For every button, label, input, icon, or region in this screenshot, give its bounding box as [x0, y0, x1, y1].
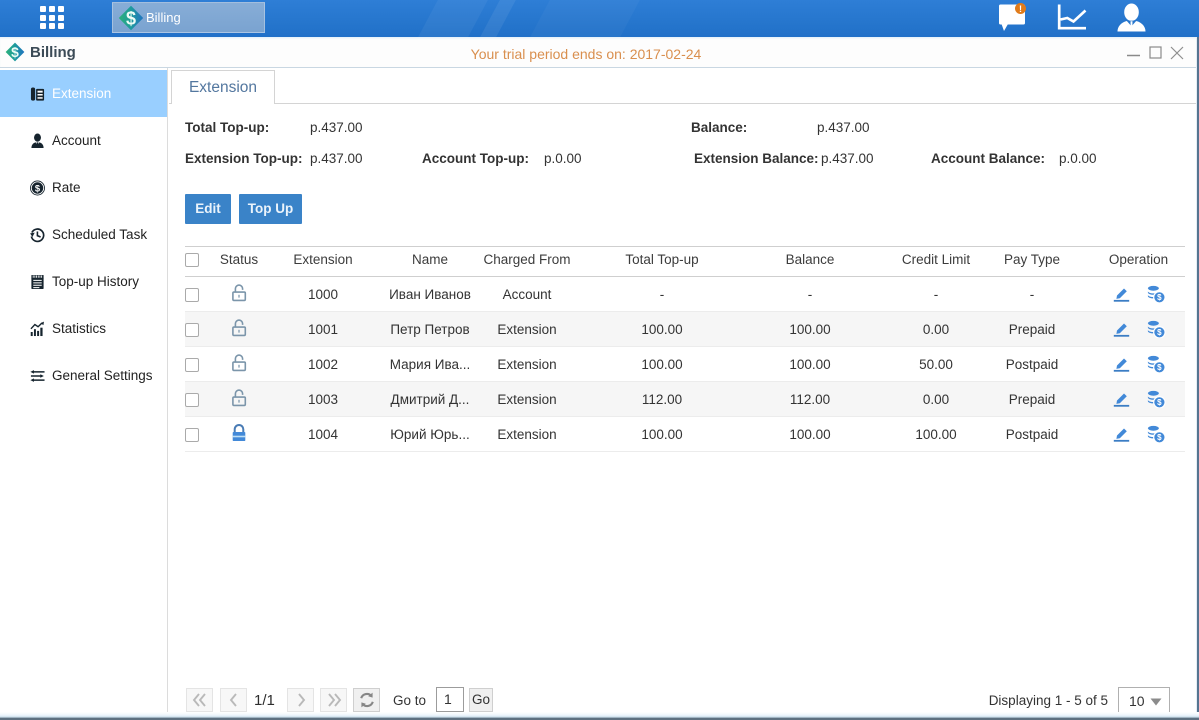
- svg-text:!: !: [1019, 4, 1022, 14]
- svg-text:$: $: [126, 8, 136, 28]
- svg-text:$: $: [1157, 328, 1162, 337]
- svg-text:$: $: [1157, 398, 1162, 407]
- svg-text:$: $: [1157, 293, 1162, 302]
- svg-text:$: $: [35, 183, 41, 193]
- svg-text:$: $: [1157, 363, 1162, 372]
- svg-text:$: $: [1157, 433, 1162, 442]
